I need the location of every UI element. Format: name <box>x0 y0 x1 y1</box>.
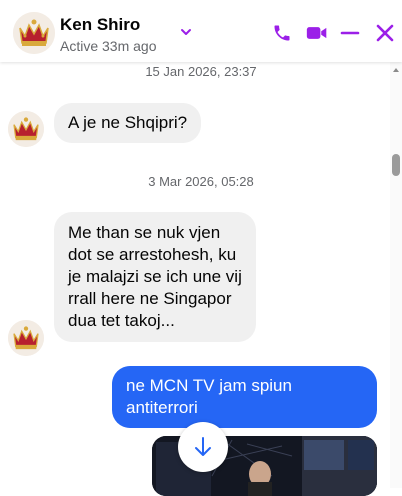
contact-name[interactable]: Ken Shiro <box>60 15 140 35</box>
minimize-icon <box>340 31 360 35</box>
phone-icon <box>274 25 290 41</box>
message-timestamp: 3 Mar 2026, 05:28 <box>148 174 254 189</box>
message-timestamp: 15 Jan 2026, 23:37 <box>145 64 257 79</box>
outgoing-message[interactable]: ne MCN TV jam spiun antiterrori <box>112 366 377 428</box>
incoming-message[interactable]: Me than se nuk vjen dot se arrestohesh, … <box>54 212 256 342</box>
scrollbar[interactable] <box>390 62 402 488</box>
close-button[interactable] <box>372 20 398 46</box>
scroll-to-bottom-button[interactable] <box>178 422 228 472</box>
scroll-up-icon[interactable] <box>392 66 400 74</box>
message-line: ne MCN TV jam spiun <box>126 376 292 395</box>
message-line: rrall here ne Singapor <box>68 289 232 308</box>
crown-avatar-icon <box>8 320 44 356</box>
sender-avatar[interactable] <box>8 111 44 147</box>
chevron-down-icon[interactable] <box>179 25 193 39</box>
video-call-button[interactable] <box>304 20 330 46</box>
minimize-button[interactable] <box>337 20 363 46</box>
message-line: antiterrori <box>126 398 198 417</box>
close-icon <box>376 24 394 42</box>
crown-avatar-icon <box>13 12 55 54</box>
scrollbar-thumb[interactable] <box>392 154 400 176</box>
message-line: dua tet takoj... <box>68 311 175 330</box>
voice-call-button[interactable] <box>269 20 295 46</box>
video-icon <box>306 27 327 39</box>
contact-avatar[interactable] <box>13 12 55 54</box>
message-line: je malajzi se ich une vij <box>68 267 242 286</box>
sender-avatar[interactable] <box>8 320 44 356</box>
chat-header: Ken Shiro Active 33m ago <box>0 0 402 62</box>
message-line: Me than se nuk vjen <box>68 223 221 242</box>
contact-status: Active 33m ago <box>60 38 157 54</box>
arrow-down-icon <box>195 437 211 456</box>
crown-avatar-icon <box>8 111 44 147</box>
incoming-message[interactable]: A je ne Shqipri? <box>54 103 202 143</box>
message-line: dot se arrestohesh, ku <box>68 245 237 264</box>
